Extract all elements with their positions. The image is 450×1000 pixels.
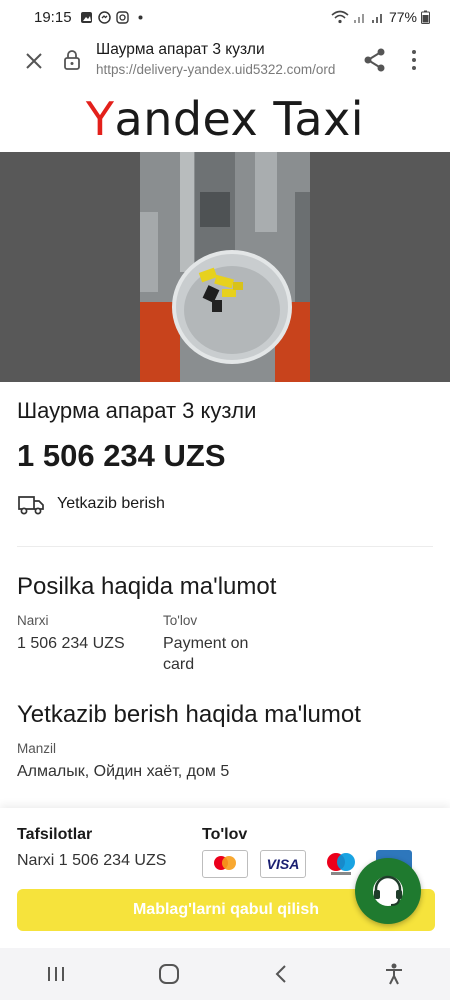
more-options-icon[interactable] — [404, 46, 424, 74]
messenger-icon — [97, 10, 111, 24]
url-text: https://delivery-yandex.uid5322.com/ord — [96, 62, 336, 77]
lock-icon[interactable] — [62, 49, 82, 71]
product-price: 1 506 234 UZS — [17, 438, 226, 473]
dot-icon — [138, 15, 143, 19]
signal-icon — [353, 14, 364, 23]
status-bar: 19:15 77% — [0, 0, 450, 34]
parcel-info-heading: Posilka haqida ma'lumot — [17, 573, 277, 600]
headset-icon — [373, 875, 403, 906]
product-image — [0, 152, 450, 382]
battery-icon — [421, 10, 430, 24]
back-icon[interactable] — [261, 954, 301, 994]
address-label: Manzil — [17, 741, 57, 756]
details-value: Narxi 1 506 234 UZS — [17, 852, 167, 869]
yandex-taxi-logo: Yandex Taxi — [85, 92, 365, 146]
accessibility-icon[interactable] — [374, 954, 414, 994]
recent-apps-icon[interactable] — [36, 954, 76, 994]
mastercard-icon — [202, 850, 248, 878]
share-icon[interactable] — [362, 46, 388, 74]
price-value: 1 506 234 UZS — [17, 635, 125, 652]
maestro-icon — [318, 850, 364, 878]
delivery-info-heading: Yetkazib berish haqida ma'lumot — [17, 701, 361, 728]
price-label: Narxi — [17, 613, 49, 628]
payment-heading: To'lov — [202, 826, 248, 843]
payment-value-line2: card — [163, 656, 195, 673]
wifi-icon — [331, 10, 349, 24]
address-bar[interactable]: Шаурма апарат 3 кузли https://delivery-y… — [96, 40, 351, 80]
visa-icon: VISA — [260, 850, 306, 878]
gallery-icon — [80, 11, 92, 23]
delivery-label: Yetkazib berish — [57, 495, 165, 512]
address-value: Алмалык, Ойдин хаёт, дом 5 — [17, 763, 230, 780]
page-title: Шаурма апарат 3 кузли — [96, 41, 265, 58]
battery-percent: 77% — [388, 9, 417, 25]
details-heading: Tafsilotlar — [17, 826, 93, 843]
home-icon[interactable] — [149, 954, 189, 994]
instagram-icon — [115, 10, 129, 24]
product-title: Шаурма апарат 3 кузли — [17, 398, 257, 423]
divider — [17, 546, 433, 547]
signal-icon — [371, 14, 382, 23]
delivery-truck-icon — [18, 496, 44, 515]
support-chat-button[interactable] — [355, 858, 421, 924]
payment-value-line1: Payment on — [163, 635, 249, 652]
payment-label: To'lov — [163, 613, 198, 628]
delivery-type: Yetkazib berish — [17, 492, 165, 516]
close-icon[interactable] — [20, 47, 48, 75]
browser-toolbar: Шаурма апарат 3 кузли https://delivery-y… — [0, 34, 450, 86]
system-nav-bar — [0, 948, 450, 1000]
status-time: 19:15 — [34, 8, 72, 26]
